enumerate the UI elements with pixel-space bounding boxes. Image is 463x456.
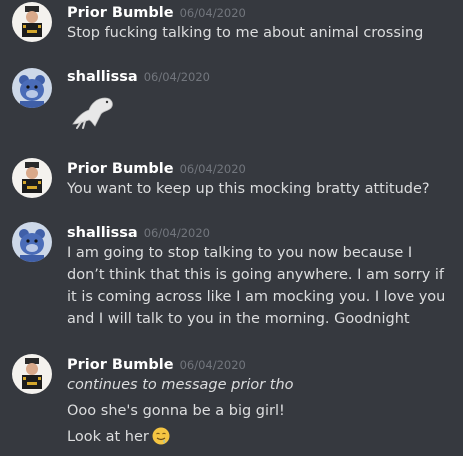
avatar-shallissa[interactable]	[12, 68, 52, 108]
seal-image[interactable]	[67, 90, 117, 130]
message-text: continues to message prior tho	[67, 377, 294, 393]
message-header: Prior Bumble 06/04/2020	[67, 2, 246, 22]
message-text: I am going to stop talking to you now be…	[67, 245, 446, 327]
avatar-prior-bumble[interactable]	[12, 354, 52, 394]
author-name[interactable]: Prior Bumble	[67, 161, 174, 177]
author-name[interactable]: Prior Bumble	[67, 5, 174, 21]
message-group: Prior Bumble 06/04/2020 continues to mess…	[0, 354, 463, 454]
avatar-prior-bumble[interactable]	[12, 2, 52, 42]
message-text: Ooo she's gonna be a big girl!	[67, 403, 285, 419]
message-text: You want to keep up this mocking bratty …	[67, 181, 430, 197]
timestamp: 06/04/2020	[143, 226, 210, 240]
message-group: Prior Bumble 06/04/2020 Stop fucking talk…	[0, 2, 463, 52]
message-group: shallissa 06/04/2020 I am going to stop t…	[0, 222, 463, 332]
message-group: shallissa 06/04/2020	[0, 66, 463, 136]
message-text-with-emoji: Look at her	[67, 426, 457, 448]
avatar-prior-bumble[interactable]	[12, 158, 52, 198]
message-header: Prior Bumble 06/04/2020	[67, 158, 246, 178]
timestamp: 06/04/2020	[179, 162, 246, 176]
message-header: shallissa 06/04/2020	[67, 222, 210, 242]
author-name[interactable]: shallissa	[67, 225, 138, 241]
timestamp: 06/04/2020	[179, 358, 246, 372]
avatar-shallissa[interactable]	[12, 222, 52, 262]
message-text: Look at her	[67, 429, 149, 445]
author-name[interactable]: shallissa	[67, 69, 138, 85]
author-name[interactable]: Prior Bumble	[67, 357, 174, 373]
message-header: shallissa 06/04/2020	[67, 66, 210, 86]
chat-log: Prior Bumble 06/04/2020 Stop fucking talk…	[0, 0, 463, 456]
message-group: Prior Bumble 06/04/2020 You want to keep …	[0, 158, 463, 208]
drooling-face-emoji	[152, 427, 170, 445]
timestamp: 06/04/2020	[143, 70, 210, 84]
timestamp: 06/04/2020	[179, 6, 246, 20]
message-header: Prior Bumble 06/04/2020	[67, 354, 246, 374]
message-text: Stop fucking talking to me about animal …	[67, 25, 424, 41]
